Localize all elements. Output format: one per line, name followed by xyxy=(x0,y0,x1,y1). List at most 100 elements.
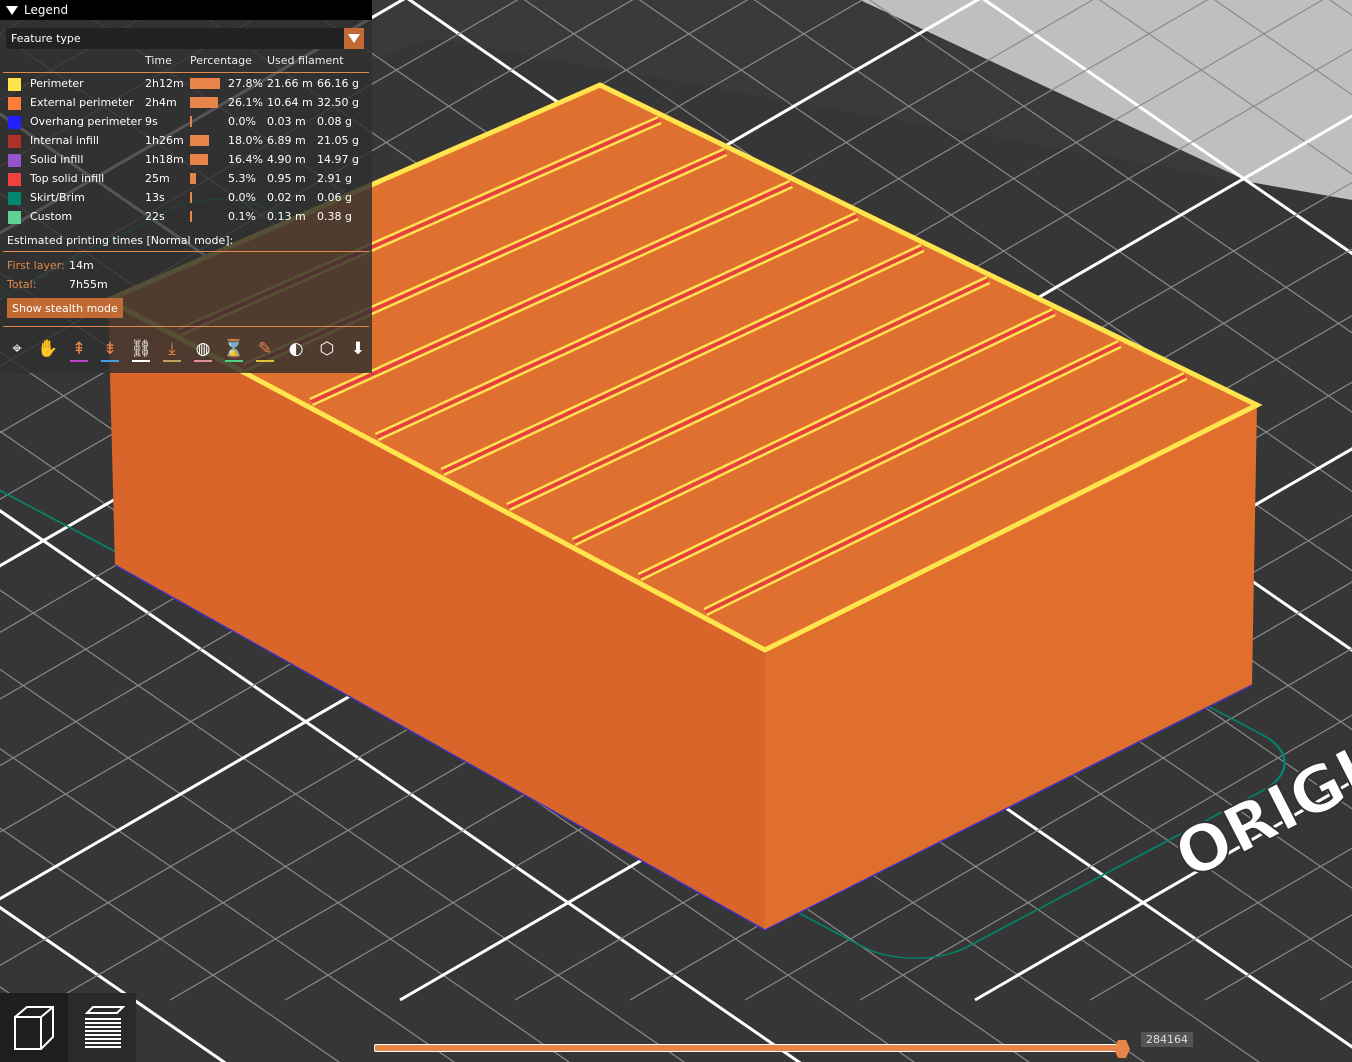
feature-weight: 14.97 g xyxy=(317,153,359,166)
col-time: Time xyxy=(145,54,172,67)
divider xyxy=(3,72,369,73)
feature-time: 13s xyxy=(145,191,165,204)
legend-row[interactable]: External perimeter 2h4m 26.1% 10.64 m 32… xyxy=(0,94,372,113)
horizontal-gcode-slider[interactable] xyxy=(374,1044,1124,1052)
feature-time: 25m xyxy=(145,172,170,185)
feature-percentage: 0.0% xyxy=(228,115,256,128)
feature-name: Top solid infill xyxy=(30,172,105,185)
3d-view-button[interactable] xyxy=(0,993,68,1062)
feature-length: 10.64 m xyxy=(267,96,313,109)
percentage-bar xyxy=(190,211,192,222)
show-stealth-mode-button[interactable]: Show stealth mode xyxy=(7,298,123,318)
legend-header[interactable]: Legend xyxy=(0,0,372,20)
feature-weight: 0.06 g xyxy=(317,191,352,204)
view-type-select[interactable]: Feature type xyxy=(6,28,364,49)
feature-weight: 0.38 g xyxy=(317,210,352,223)
deretractions-icon[interactable]: ⇟ xyxy=(98,336,122,362)
feature-weight: 32.50 g xyxy=(317,96,359,109)
color-swatch xyxy=(8,211,21,224)
estimated-times-title: Estimated printing times [Normal mode]: xyxy=(7,234,234,247)
feature-time: 1h18m xyxy=(145,153,184,166)
feature-percentage: 0.1% xyxy=(228,210,256,223)
collapse-triangle-icon xyxy=(6,5,18,15)
total-time: 7h55m xyxy=(69,278,108,291)
feature-percentage: 27.8% xyxy=(228,77,263,90)
feature-time: 1h26m xyxy=(145,134,184,147)
first-layer-time: 14m xyxy=(69,259,94,272)
feature-length: 21.66 m xyxy=(267,77,313,90)
retractions-icon[interactable]: ⇞ xyxy=(67,336,91,362)
seams-icon[interactable]: ⛓ xyxy=(129,336,153,362)
feature-length: 4.90 m xyxy=(267,153,306,166)
feature-length: 0.13 m xyxy=(267,210,306,223)
percentage-bar xyxy=(190,154,208,165)
feature-name: External perimeter xyxy=(30,96,134,109)
feature-name: Skirt/Brim xyxy=(30,191,85,204)
slider-value: 284164 xyxy=(1141,1032,1193,1047)
feature-name: Overhang perimeter xyxy=(30,115,142,128)
pause-prints-icon[interactable]: ⌛ xyxy=(222,336,246,362)
legend-row[interactable]: Overhang perimeter 9s 0.0% 0.03 m 0.08 g xyxy=(0,113,372,132)
feature-name: Solid infill xyxy=(30,153,84,166)
feature-length: 0.02 m xyxy=(267,191,306,204)
chevron-down-icon[interactable] xyxy=(344,28,364,49)
shells-icon[interactable]: ⬡ xyxy=(315,336,339,362)
color-swatch xyxy=(8,97,21,110)
legend-row[interactable]: Custom 22s 0.1% 0.13 m 0.38 g xyxy=(0,208,372,227)
cube-icon xyxy=(14,1005,54,1050)
color-swatch xyxy=(8,154,21,167)
color-swatch xyxy=(8,78,21,91)
feature-percentage: 26.1% xyxy=(228,96,263,109)
custom-gcode-icon[interactable]: ✎ xyxy=(253,336,277,362)
feature-percentage: 0.0% xyxy=(228,191,256,204)
feature-name: Custom xyxy=(30,210,73,223)
legend-row[interactable]: Internal infill 1h26m 18.0% 6.89 m 21.05… xyxy=(0,132,372,151)
color-swatch xyxy=(8,192,21,205)
col-percentage: Percentage xyxy=(190,54,252,67)
feature-name: Perimeter xyxy=(30,77,84,90)
feature-length: 0.95 m xyxy=(267,172,306,185)
color-swatch xyxy=(8,135,21,148)
feature-weight: 0.08 g xyxy=(317,115,352,128)
legend-row[interactable]: Skirt/Brim 13s 0.0% 0.02 m 0.06 g xyxy=(0,189,372,208)
color-changes-icon[interactable]: ◍ xyxy=(191,336,215,362)
percentage-bar xyxy=(190,78,220,89)
view-type-value: Feature type xyxy=(11,32,81,45)
legend-row[interactable]: Top solid infill 25m 5.3% 0.95 m 2.91 g xyxy=(0,170,372,189)
percentage-bar xyxy=(190,173,196,184)
divider xyxy=(3,326,369,327)
feature-name: Internal infill xyxy=(30,134,99,147)
col-used-filament: Used filament xyxy=(267,54,344,67)
divider xyxy=(3,251,369,252)
feature-time: 22s xyxy=(145,210,165,223)
feature-percentage: 5.3% xyxy=(228,172,256,185)
feature-weight: 21.05 g xyxy=(317,134,359,147)
travel-icon[interactable]: ⌖ xyxy=(5,336,29,362)
layers-icon xyxy=(84,1005,126,1048)
legend-row[interactable]: Solid infill 1h18m 16.4% 4.90 m 14.97 g xyxy=(0,151,372,170)
feature-weight: 2.91 g xyxy=(317,172,352,185)
feature-percentage: 18.0% xyxy=(228,134,263,147)
percentage-bar xyxy=(190,192,192,203)
color-swatch xyxy=(8,116,21,129)
tool-marker-icon[interactable]: ⬇ xyxy=(346,336,370,362)
legend-panel: Legend Feature type Time Percentage Used… xyxy=(0,0,372,373)
percentage-bar xyxy=(190,97,219,108)
feature-length: 6.89 m xyxy=(267,134,306,147)
feature-time: 2h4m xyxy=(145,96,177,109)
preview-view-button[interactable] xyxy=(68,993,136,1062)
center-of-gravity-icon[interactable]: ◐ xyxy=(284,336,308,362)
feature-percentage: 16.4% xyxy=(228,153,263,166)
feature-time: 9s xyxy=(145,115,158,128)
percentage-bar xyxy=(190,116,192,127)
feature-length: 0.03 m xyxy=(267,115,306,128)
tool-changes-icon[interactable]: ⤓ xyxy=(160,336,184,362)
total-label: Total: xyxy=(7,278,37,291)
color-swatch xyxy=(8,173,21,186)
legend-title: Legend xyxy=(24,3,69,17)
wipe-icon[interactable]: ✋ xyxy=(36,336,60,362)
feature-time: 2h12m xyxy=(145,77,184,90)
legend-row[interactable]: Perimeter 2h12m 27.8% 21.66 m 66.16 g xyxy=(0,75,372,94)
feature-weight: 66.16 g xyxy=(317,77,359,90)
first-layer-label: First layer: xyxy=(7,259,65,272)
